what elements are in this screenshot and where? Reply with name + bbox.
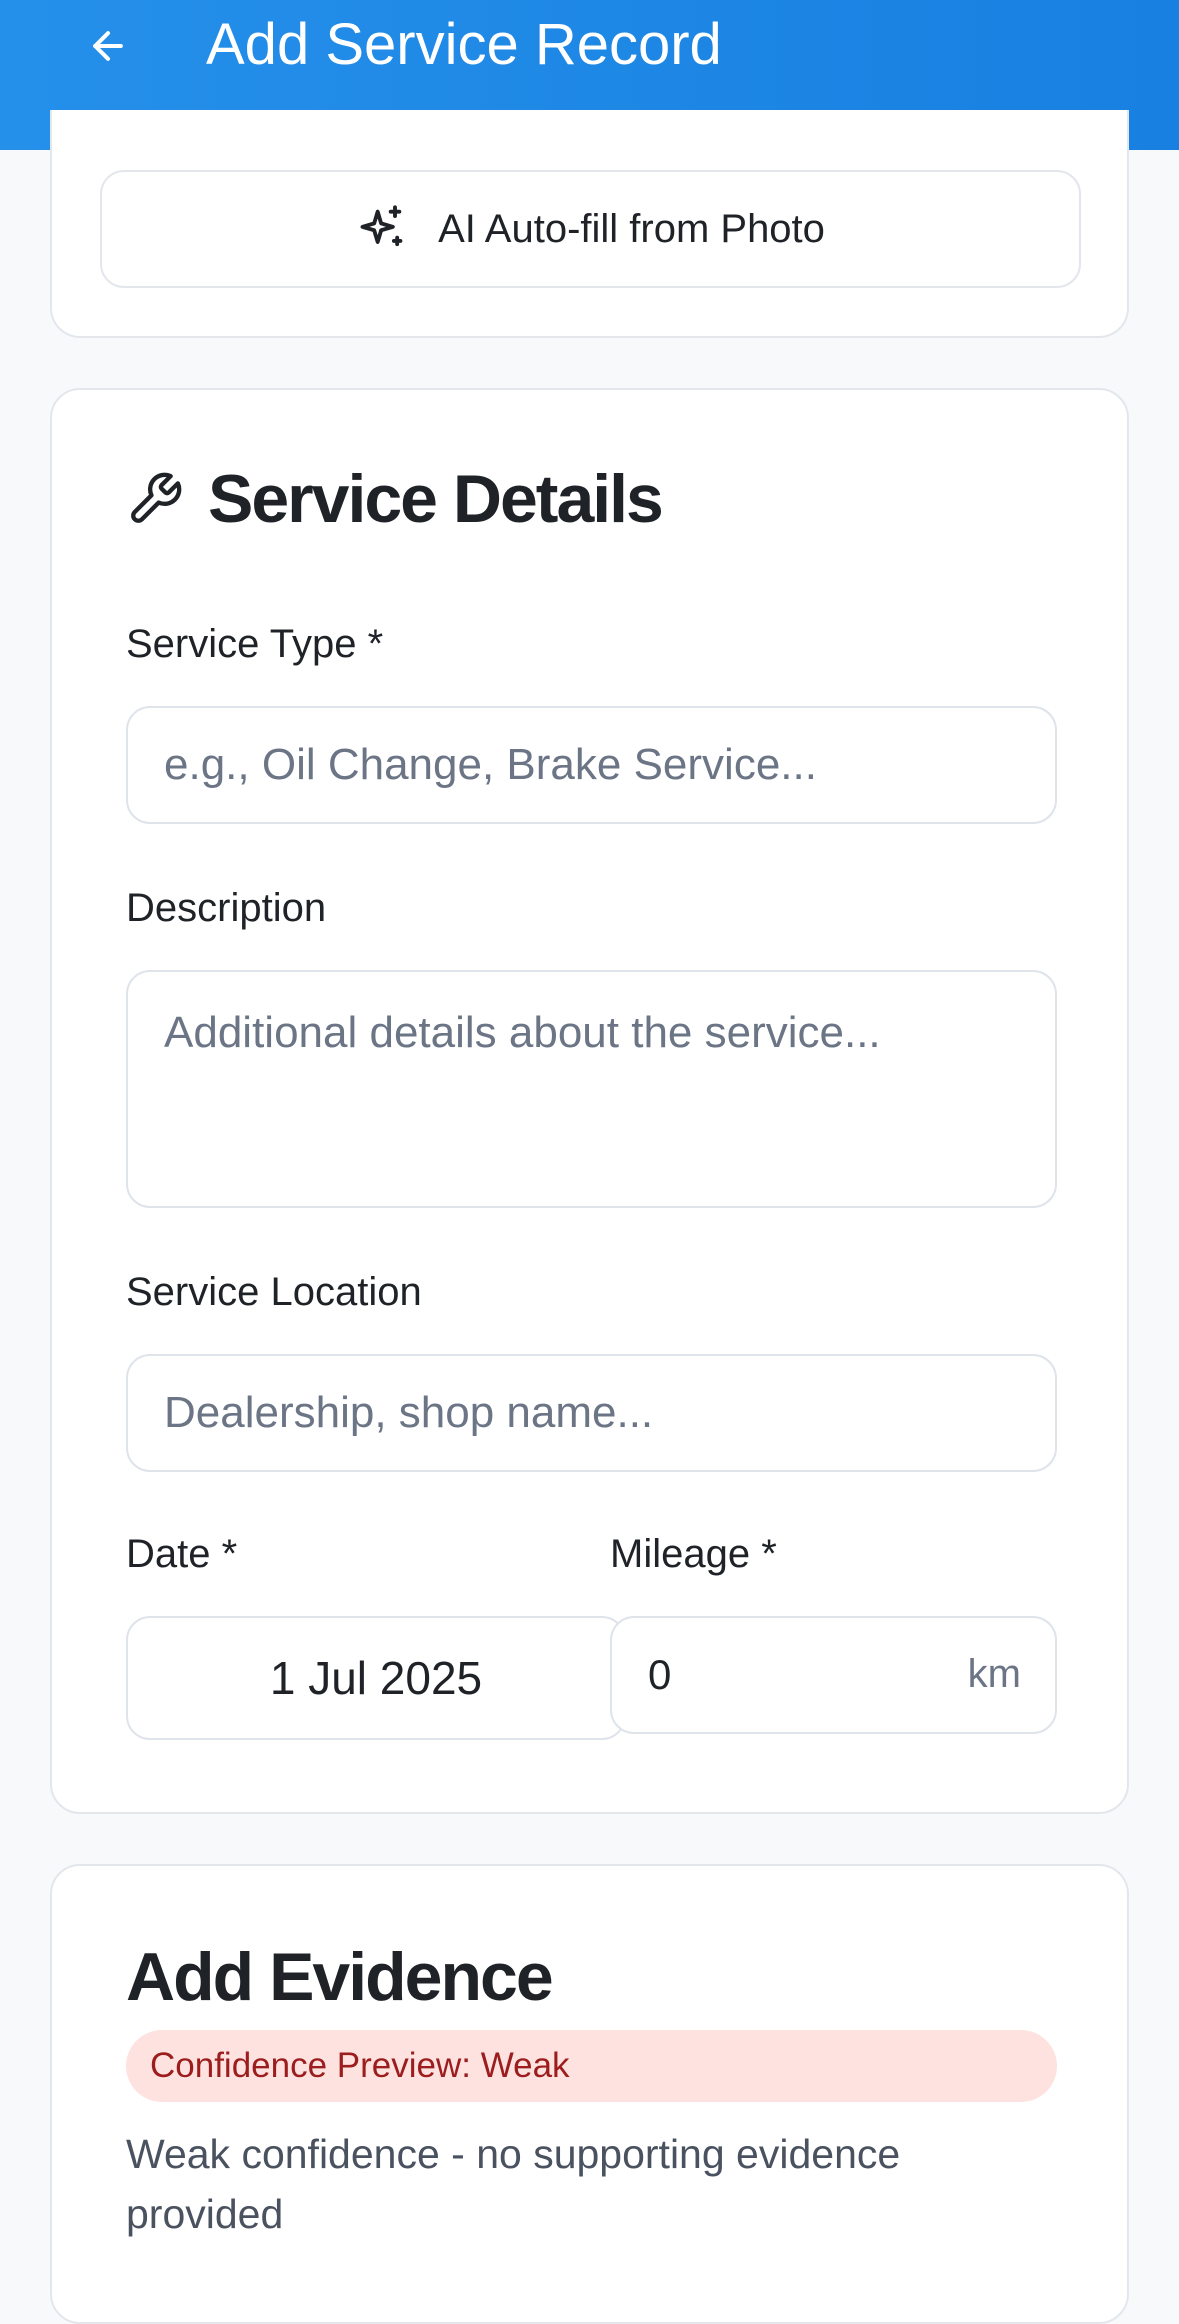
service-details-header: Service Details xyxy=(126,460,664,538)
sparkles-icon xyxy=(360,205,403,247)
wrench-icon xyxy=(131,472,182,523)
mileage-field[interactable]: km xyxy=(610,1616,1057,1734)
service-details-card: Service Details Service Type * Descripti… xyxy=(50,388,1129,1814)
arrow-left-icon xyxy=(93,31,123,61)
service-details-title: Service Details xyxy=(208,461,664,537)
ai-autofill-card: AI Auto-fill from Photo xyxy=(50,110,1129,338)
confidence-badge: Confidence Preview: Weak xyxy=(126,2030,1057,2102)
date-label: Date * xyxy=(126,1532,238,1576)
description-label: Description xyxy=(126,886,327,930)
service-location-label: Service Location xyxy=(126,1270,422,1314)
confidence-description: Weak confidence - no supporting evidence… xyxy=(126,2131,901,2237)
service-type-input[interactable] xyxy=(126,706,1057,824)
mileage-label: Mileage * xyxy=(610,1532,777,1576)
service-location-input[interactable] xyxy=(126,1354,1057,1472)
mileage-input[interactable] xyxy=(648,1618,948,1732)
mileage-unit: km xyxy=(967,1652,1021,1696)
service-type-label: Service Type * xyxy=(126,622,384,666)
description-textarea[interactable] xyxy=(126,970,1057,1208)
back-button[interactable] xyxy=(80,18,136,74)
date-picker[interactable]: 1 Jul 2025 xyxy=(126,1616,626,1740)
evidence-card: Add Evidence Confidence Preview: Weak We… xyxy=(50,1864,1129,2324)
ai-autofill-label: AI Auto-fill from Photo xyxy=(438,206,825,251)
evidence-title: Add Evidence xyxy=(126,1939,554,2015)
page-title: Add Service Record xyxy=(206,12,722,77)
date-value: 1 Jul 2025 xyxy=(269,1652,483,1704)
ai-autofill-button[interactable]: AI Auto-fill from Photo xyxy=(100,170,1081,288)
